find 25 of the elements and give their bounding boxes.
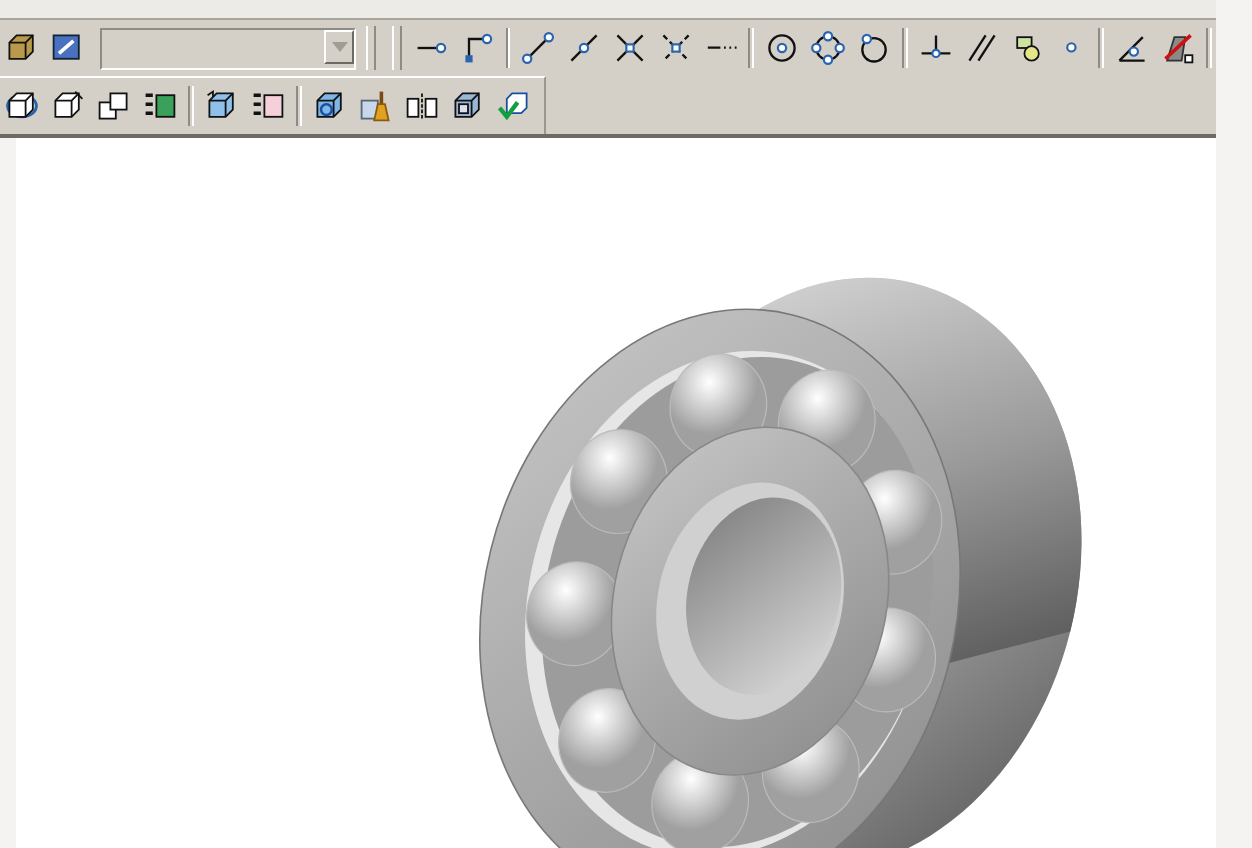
dot-icon (1066, 42, 1078, 54)
parallel-icon (963, 30, 1000, 66)
box-icon (204, 88, 240, 124)
circle-tangent-icon (855, 30, 892, 66)
corner-icon (459, 30, 496, 66)
dashed-line-icon (705, 44, 738, 52)
broom-icon (358, 88, 394, 124)
orbit-icon (4, 88, 40, 124)
box-circle-icon (312, 88, 348, 124)
boxes-icon (96, 88, 132, 124)
circle-center-icon (763, 30, 800, 66)
cross-icon (612, 30, 649, 66)
grid-box-icon (142, 88, 178, 124)
line-icon (520, 30, 557, 66)
circle-quadrant-icon-button[interactable] (805, 26, 850, 70)
cancel-icon (1160, 30, 1197, 66)
caret-icon (331, 41, 348, 51)
circle-quadrant-icon (809, 30, 846, 66)
line-dot-icon (566, 30, 603, 66)
grid-box-icon (250, 88, 286, 124)
rotate-box-icon (50, 88, 86, 124)
box-check-icon (496, 88, 532, 124)
box-icon (4, 30, 40, 66)
box-frame-icon (450, 88, 486, 124)
mirror-icon (404, 88, 440, 124)
